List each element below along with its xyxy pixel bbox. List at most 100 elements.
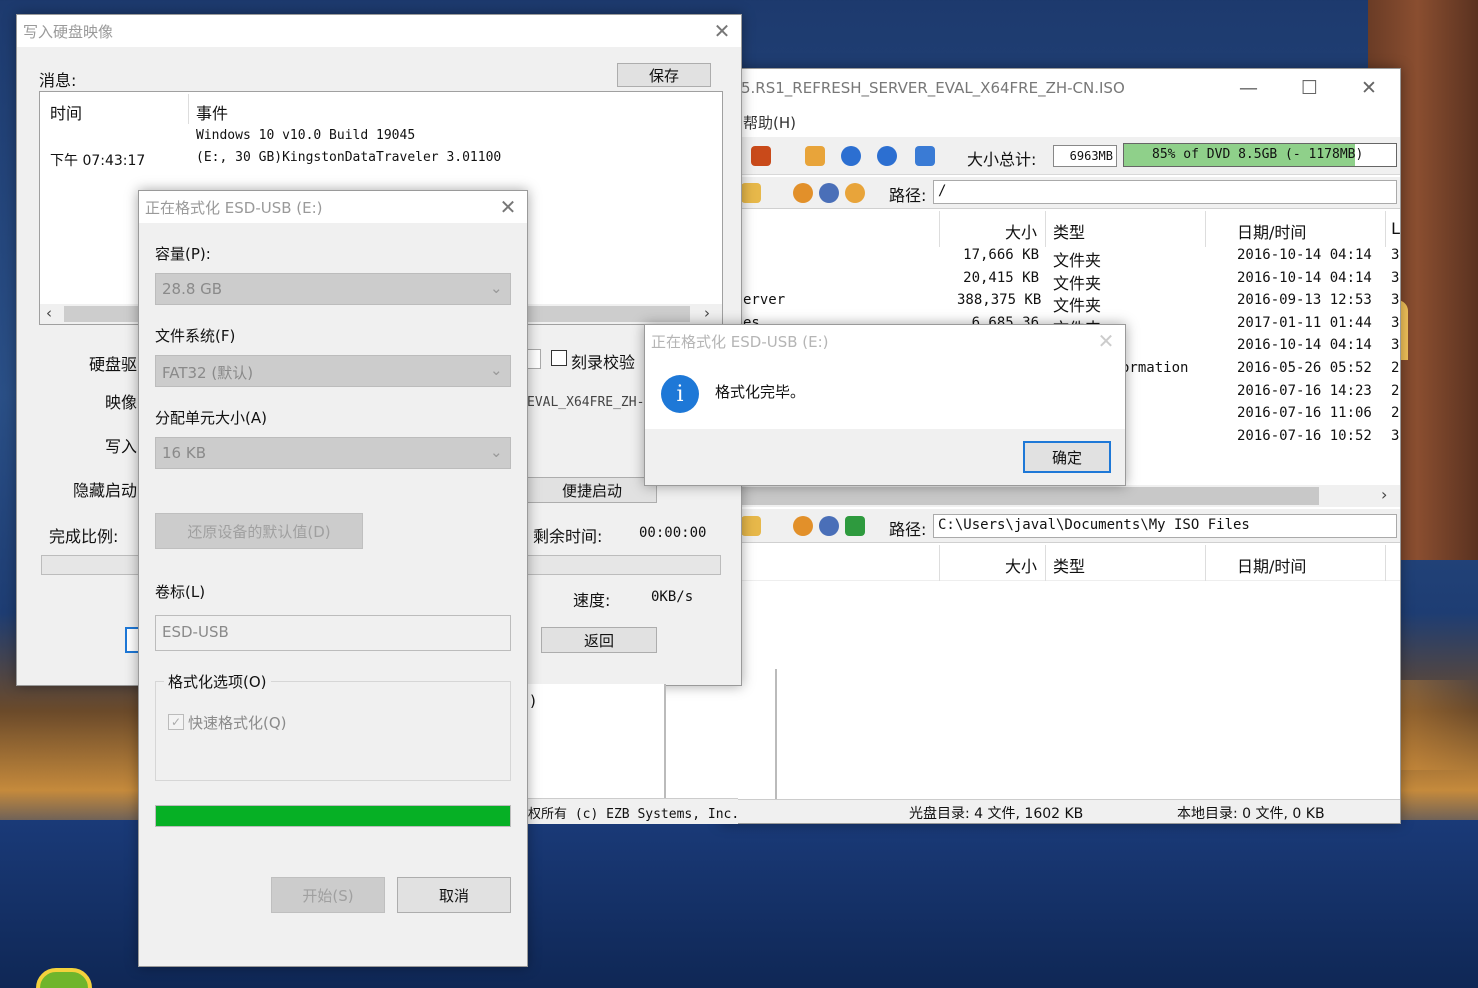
image-path-field[interactable]: EVAL_X64FRE_ZH- [527,395,644,410]
volume-label: 卷标(L) [155,583,206,601]
tree-paren-fragment: ) [530,692,536,710]
messages-label: 消息: [39,71,77,90]
local-folder-icon[interactable] [741,516,761,536]
done-dialog-titlebar[interactable]: 正在格式化 ESD-USB (E:) [645,325,1125,357]
maximize-icon[interactable]: ☐ [1301,77,1318,99]
row-date: 2016-07-16 10:52 [1237,427,1372,444]
local-settings-icon[interactable] [819,516,839,536]
row-size: 20,415 KB [963,269,1039,286]
status-local: 本地目录: 0 文件, 0 KB [1177,806,1325,822]
col-type[interactable]: 类型 [1053,219,1085,243]
iso-bottom-path-bar: 路径: C:\Users\javal\Documents\My ISO File… [721,509,1400,543]
local-col-date[interactable]: 日期/时间 [1237,553,1306,577]
back-button[interactable]: 返回 [541,627,657,653]
iso-status-left: 权所有 (c) EZB Systems, Inc. [528,798,739,824]
row-extra: 3 [1391,292,1400,309]
drive-dropdown-arrow[interactable] [527,349,541,369]
verify-checkbox[interactable] [551,350,567,366]
chevron-down-icon: ⌄ [490,361,503,379]
capacity-label: 容量(P): [155,245,211,263]
size-total-value: 6963MB [1053,145,1117,167]
format-dialog: 正在格式化 ESD-USB (E:) ✕ 容量(P): 28.8 GB ⌄ 文件… [138,190,528,967]
quick-format-label: 快速格式化(Q) [188,714,287,732]
help-icon[interactable] [877,146,897,166]
format-complete-dialog: 正在格式化 ESD-USB (E:) ✕ i 格式化完毕。 确定 [644,324,1126,486]
info-icon[interactable] [841,146,861,166]
done-dialog-footer: 确定 [645,429,1125,485]
row-date: 2016-09-13 12:53 [1237,292,1372,309]
local-col-size[interactable]: 大小 [1005,553,1037,577]
log-row-1-event: Windows 10 v10.0 Build 19045 [196,128,416,143]
row-date: 2016-05-26 05:52 [1237,360,1372,376]
capacity-select[interactable]: 28.8 GB ⌄ [155,273,511,305]
write-dialog-title: 写入硬盘映像 [23,22,114,41]
iso-hscroll-thumb[interactable] [721,487,1319,505]
filesystem-select[interactable]: FAT32 (默认) ⌄ [155,355,511,387]
row-date: 2016-10-14 04:14 [1237,269,1372,286]
iso-titlebar[interactable]: 5.RS1_REFRESH_SERVER_EVAL_X64FRE_ZH-CN.I… [721,69,1400,109]
volume-value: ESD-USB [162,623,229,641]
log-row-2-time: 下午 07:43:17 [50,153,146,169]
write-method-label: 写入 [105,437,138,456]
done-dialog-close-icon[interactable]: ✕ [1091,329,1121,353]
scroll-right-icon[interactable]: › [1381,485,1387,504]
log-row-2-event: (E:, 30 GB)KingstonDataTraveler 3.01100 [196,150,502,165]
quick-boot-button[interactable]: 便捷启动 [527,477,657,503]
ok-button[interactable]: 确定 [1023,441,1111,473]
format-progress-bar [155,805,511,827]
write-dialog-titlebar[interactable]: 写入硬盘映像 [17,15,741,47]
close-icon[interactable]: ✕ [1361,77,1377,99]
bottom-path-input[interactable]: C:\Users\javal\Documents\My ISO Files [933,514,1397,538]
format-dialog-close-icon[interactable]: ✕ [493,195,523,219]
col-size[interactable]: 大小 [1005,219,1037,243]
row-extra: 2 [1391,360,1400,376]
row-size: 388,375 KB [957,292,1042,309]
view-icon[interactable] [845,183,865,203]
verify-label: 刻录校验 [571,353,636,372]
row-name: erver [743,292,786,309]
mount-icon[interactable] [805,146,825,166]
speed-value: 0KB/s [651,589,694,605]
row-type: 文件夹 [1053,251,1102,270]
local-tree-pane [661,669,777,799]
top-path-input[interactable]: / [933,180,1397,204]
row-extra: 3 [1391,247,1400,263]
speed-label: 速度: [573,591,611,610]
done-message: 格式化完毕。 [715,383,806,401]
log-col-event[interactable]: 事件 [196,100,228,124]
minimize-icon[interactable]: — [1239,77,1258,99]
done-dialog-title: 正在格式化 ESD-USB (E:) [651,332,829,351]
alloc-value: 16 KB [162,444,206,462]
local-refresh-icon[interactable] [793,516,813,536]
settings-gear-icon[interactable] [819,183,839,203]
col-extra[interactable]: L [1391,219,1401,238]
col-date[interactable]: 日期/时间 [1237,219,1306,243]
scroll-left-icon[interactable]: ‹ [46,304,52,322]
iso-hscrollbar[interactable]: › [721,485,1400,507]
exit-icon[interactable] [915,146,935,166]
quick-format-checkbox[interactable]: ✓ [168,714,184,730]
row-date: 2016-07-16 14:23 [1237,382,1372,399]
format-dialog-title: 正在格式化 ESD-USB (E:) [145,198,323,217]
menu-help[interactable]: 帮助(H) [743,112,796,133]
folder-new-icon[interactable] [741,183,761,203]
log-scroll-right-icon[interactable]: › [704,304,710,322]
format-dialog-titlebar[interactable]: 正在格式化 ESD-USB (E:) [139,191,527,223]
write-dialog-close-icon[interactable]: ✕ [707,19,737,43]
cancel-button[interactable]: 取消 [397,877,511,913]
local-col-type[interactable]: 类型 [1053,553,1085,577]
save-button[interactable]: 保存 [617,63,711,87]
chevron-down-icon: ⌄ [490,443,503,461]
log-col-time[interactable]: 时间 [50,100,82,124]
alloc-select[interactable]: 16 KB ⌄ [155,437,511,469]
volume-input[interactable]: ESD-USB [155,615,511,651]
refresh-icon[interactable] [793,183,813,203]
local-view-icon[interactable] [845,516,865,536]
start-button[interactable]: 开始(S) [271,877,385,913]
row-date: 2016-10-14 04:14 [1237,247,1372,263]
iso-window-title: 5.RS1_REFRESH_SERVER_EVAL_X64FRE_ZH-CN.I… [741,79,1125,97]
taskbar-app-icon[interactable] [36,968,92,988]
status-disc: 光盘目录: 4 文件, 1602 KB [909,806,1084,822]
burn-icon[interactable] [751,146,771,166]
restore-defaults-button[interactable]: 还原设备的默认值(D) [155,513,363,549]
